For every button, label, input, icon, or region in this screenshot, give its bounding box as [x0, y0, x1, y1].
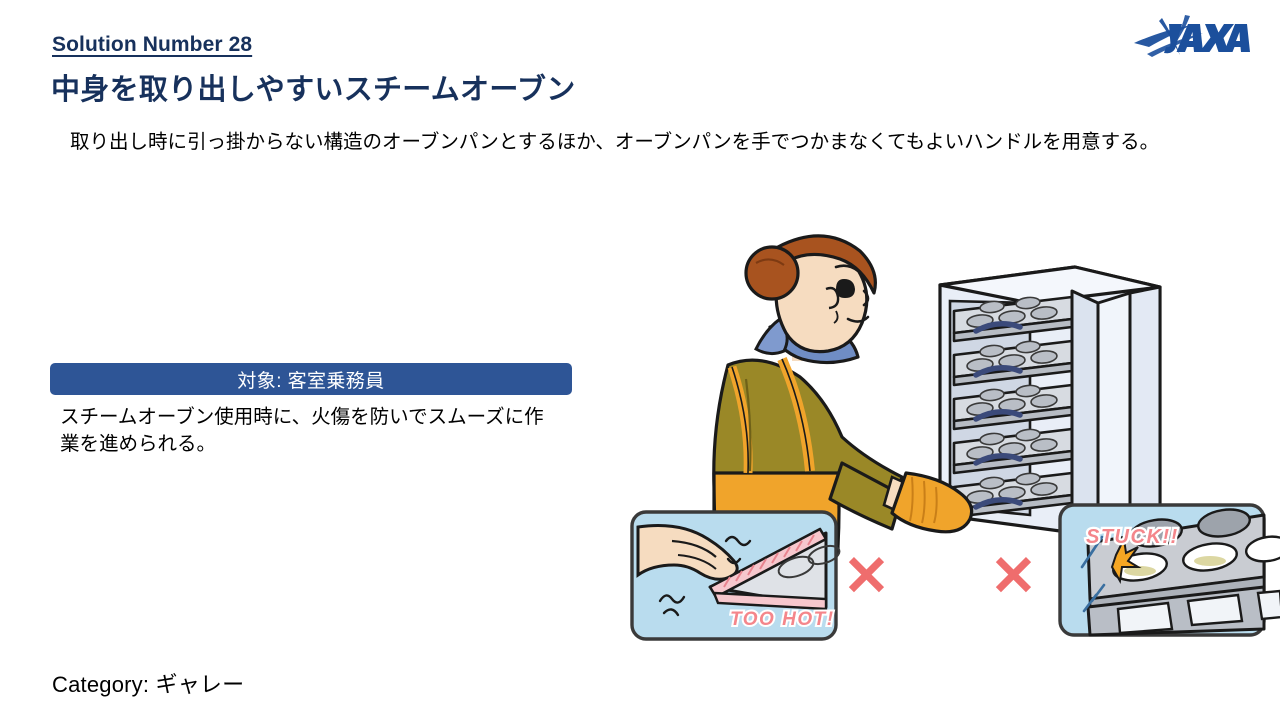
page-title: 中身を取り出しやすいスチームオーブン	[51, 74, 576, 106]
category-label: Category: ギャレー	[52, 672, 245, 697]
inset-too-hot: TOO HOT!	[630, 510, 841, 641]
illustration-artwork: TOO HOT! STUCK!!	[620, 215, 1280, 660]
jaxa-logo	[1132, 12, 1250, 60]
cross-mark-right: ✕	[990, 544, 1037, 607]
target-banner-label: 対象: 客室乗務員	[237, 370, 385, 392]
cross-mark-left: ✕	[843, 544, 890, 607]
stuck-caption: STUCK!!	[1086, 526, 1179, 548]
slide-root: Solution Number 28 中身を取り出しやすいスチームオーブン 取り	[0, 0, 1280, 720]
cabin-attendant-figure	[712, 234, 974, 557]
too-hot-caption: TOO HOT!	[730, 609, 835, 630]
solution-description: 取り出し時に引っ掛からない構造のオーブンパンとするほか、オーブンパンを手でつかま…	[70, 131, 1160, 153]
solution-number-label: Solution Number 28	[52, 33, 253, 56]
inset-stuck: STUCK!!	[1058, 503, 1280, 637]
steam-oven-graphic	[938, 265, 1162, 535]
target-banner: 対象: 客室乗務員	[50, 363, 572, 395]
target-benefit-text: スチームオーブン使用時に、火傷を防いでスムーズに作業を進められる。	[60, 406, 544, 455]
